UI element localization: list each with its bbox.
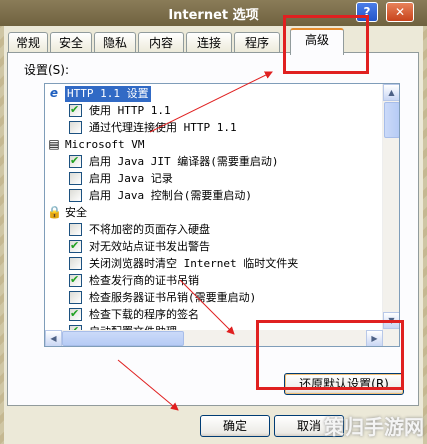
settings-group-label: Microsoft VM: [65, 138, 145, 151]
settings-option-label: 对无效站点证书发出警告: [89, 240, 210, 253]
settings-group-label: HTTP 1.1 设置: [65, 86, 151, 102]
tab-privacy[interactable]: 隐私: [94, 32, 136, 53]
unchecked-checkbox[interactable]: [69, 121, 82, 134]
horizontal-scroll-thumb[interactable]: [62, 331, 184, 346]
settings-checkbox-row[interactable]: 启用 Java JIT 编译器(需要重启动): [45, 153, 381, 170]
settings-option-label: 使用 HTTP 1.1: [89, 104, 171, 117]
tab-connections[interactable]: 连接: [186, 32, 232, 53]
settings-checkbox-row[interactable]: 启用 Java 记录: [45, 171, 381, 187]
settings-checkbox-row[interactable]: 使用 HTTP 1.1: [45, 102, 381, 119]
checked-checkbox[interactable]: [69, 272, 82, 288]
unchecked-checkbox[interactable]: [69, 257, 82, 270]
settings-option-label: 检查下载的程序的签名: [89, 308, 199, 321]
vertical-scrollbar[interactable]: ▲ ▼: [382, 84, 399, 346]
settings-option-label: 启用 Java JIT 编译器(需要重启动): [89, 155, 279, 168]
tab-advanced[interactable]: 高级: [290, 28, 344, 55]
checked-checkbox[interactable]: [69, 102, 82, 118]
settings-label: 设置(S):: [24, 63, 70, 77]
tab-general[interactable]: 常规: [8, 32, 48, 53]
unchecked-checkbox[interactable]: [69, 189, 82, 202]
unchecked-checkbox[interactable]: [69, 223, 82, 236]
settings-checkbox-row[interactable]: 不将加密的页面存入硬盘: [45, 222, 381, 238]
settings-checkbox-row[interactable]: 通过代理连接使用 HTTP 1.1: [45, 120, 381, 136]
settings-group-row[interactable]: ▤ Microsoft VM: [45, 137, 381, 153]
checked-checkbox[interactable]: [69, 238, 82, 254]
settings-list[interactable]: e HTTP 1.1 设置使用 HTTP 1.1 通过代理连接使用 HTTP 1.1…: [44, 83, 400, 347]
settings-checkbox-row[interactable]: 关闭浏览器时清空 Internet 临时文件夹: [45, 256, 381, 272]
unchecked-checkbox[interactable]: [69, 172, 82, 185]
document-icon: ▤: [48, 137, 60, 151]
settings-group-row[interactable]: e HTTP 1.1 设置: [45, 86, 381, 102]
close-button[interactable]: ✕: [386, 2, 414, 22]
settings-checkbox-row[interactable]: 对无效站点证书发出警告: [45, 238, 381, 255]
scroll-up-icon[interactable]: ▲: [383, 84, 399, 101]
watermark-logo: 策归手游网: [324, 415, 424, 439]
ok-button[interactable]: 确定: [200, 415, 270, 437]
settings-option-label: 检查发行商的证书吊销: [89, 274, 199, 287]
tab-programs[interactable]: 程序: [234, 32, 280, 53]
settings-group-row[interactable]: 🔒 安全: [45, 205, 381, 221]
settings-option-label: 通过代理连接使用 HTTP 1.1: [89, 121, 237, 134]
settings-option-label: 启用 Java 记录: [89, 172, 173, 185]
settings-checkbox-row[interactable]: 检查发行商的证书吊销: [45, 272, 381, 289]
tab-content[interactable]: 内容: [138, 32, 184, 53]
tab-security[interactable]: 安全: [50, 32, 92, 53]
settings-checkbox-row[interactable]: 检查服务器证书吊销(需要重启动): [45, 290, 381, 306]
unchecked-checkbox[interactable]: [69, 291, 82, 304]
highlight-box-restore-button: [256, 320, 404, 390]
ie-icon: e: [49, 86, 59, 100]
settings-option-label: 关闭浏览器时清空 Internet 临时文件夹: [89, 257, 299, 270]
vertical-scroll-thumb[interactable]: [384, 102, 399, 138]
lock-icon: 🔒: [47, 205, 62, 219]
checked-checkbox[interactable]: [69, 153, 82, 169]
scroll-left-icon[interactable]: ◀: [45, 330, 62, 346]
settings-checkbox-row[interactable]: 启用 Java 控制台(需要重启动): [45, 188, 381, 204]
settings-option-label: 启用 Java 控制台(需要重启动): [89, 189, 252, 202]
settings-option-label: 不将加密的页面存入硬盘: [89, 223, 210, 236]
settings-group-label: 安全: [65, 206, 87, 219]
settings-option-label: 检查服务器证书吊销(需要重启动): [89, 291, 257, 304]
checked-checkbox[interactable]: [69, 306, 82, 322]
